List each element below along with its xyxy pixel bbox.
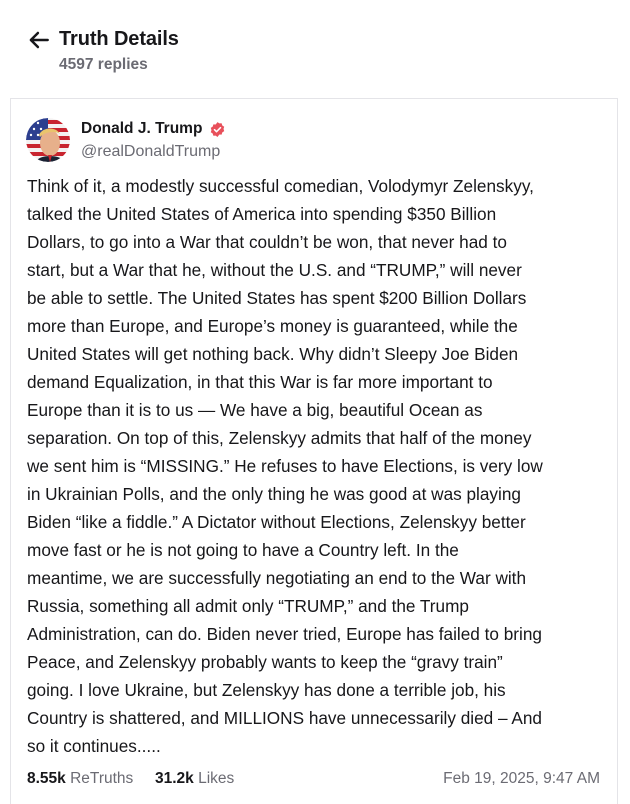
replies-count: 4597 replies: [59, 56, 148, 73]
likes-count: 31.2k: [155, 770, 194, 787]
post-text: Think of it, a modestly successful comed…: [27, 176, 543, 756]
page-header: Truth Details 4597 replies: [0, 0, 630, 90]
author-handle[interactable]: @realDonaldTrump: [81, 143, 220, 161]
retruths-label: ReTruths: [70, 770, 134, 787]
avatar-image: [26, 118, 70, 162]
retruths-count: 8.55k: [27, 770, 66, 787]
avatar[interactable]: [26, 118, 70, 162]
verified-badge-icon: [209, 121, 226, 138]
page-title: Truth Details: [59, 28, 179, 50]
back-button[interactable]: [26, 27, 52, 53]
arrow-left-icon: [29, 31, 49, 49]
retruths-stat[interactable]: 8.55k ReTruths: [27, 770, 133, 788]
truth-details-page: Truth Details 4597 replies Donald J. Tru…: [0, 0, 630, 804]
likes-stat[interactable]: 31.2k Likes: [155, 770, 234, 788]
likes-label: Likes: [198, 770, 235, 787]
post-timestamp: Feb 19, 2025, 9:47 AM: [443, 770, 600, 787]
author-name[interactable]: Donald J. Trump: [81, 120, 202, 138]
post-stats: 8.55k ReTruths 31.2k Likes Feb 19, 2025,…: [0, 766, 630, 794]
